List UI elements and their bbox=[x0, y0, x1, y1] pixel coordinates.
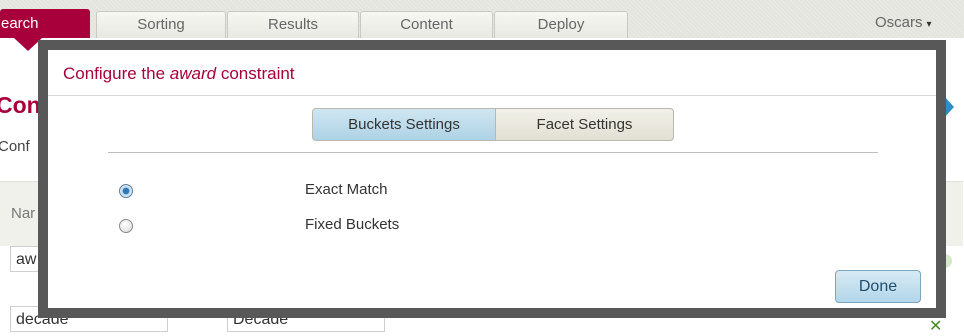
page-subtitle: Conf bbox=[0, 138, 30, 155]
option-label: Exact Match bbox=[305, 181, 388, 198]
tab-content[interactable]: Content bbox=[360, 11, 493, 38]
option-fixed-buckets[interactable]: Fixed Buckets bbox=[48, 216, 936, 240]
constraint-name: award bbox=[169, 64, 217, 83]
configure-constraint-dialog: Configure the award constraint Buckets S… bbox=[38, 40, 946, 318]
radio-fixed-buckets[interactable] bbox=[119, 219, 133, 233]
tab-facet-settings[interactable]: Facet Settings bbox=[496, 108, 674, 141]
radio-exact-match[interactable] bbox=[119, 184, 133, 198]
user-menu[interactable]: Oscars ▾ bbox=[875, 14, 932, 31]
user-menu-label: Oscars bbox=[875, 14, 923, 31]
dialog-title: Configure the award constraint bbox=[63, 64, 295, 83]
remove-icon[interactable]: ✕ bbox=[929, 316, 942, 336]
tab-deploy[interactable]: Deploy bbox=[494, 11, 628, 38]
option-label: Fixed Buckets bbox=[305, 216, 400, 233]
column-header-name: Nar bbox=[11, 205, 36, 222]
tab-sorting[interactable]: Sorting bbox=[96, 11, 226, 38]
tab-search[interactable]: earch bbox=[0, 9, 90, 38]
tab-buckets-settings[interactable]: Buckets Settings bbox=[312, 108, 496, 141]
tab-results[interactable]: Results bbox=[227, 11, 359, 38]
chevron-down-icon: ▾ bbox=[926, 19, 932, 30]
done-button[interactable]: Done bbox=[835, 270, 921, 303]
page-title: Con bbox=[0, 92, 41, 118]
dialog-header: Configure the award constraint bbox=[48, 50, 936, 96]
divider bbox=[108, 152, 878, 153]
option-exact-match[interactable]: Exact Match bbox=[48, 181, 936, 205]
top-nav-bar: earch Sorting Results Content Deploy Osc… bbox=[0, 0, 964, 38]
